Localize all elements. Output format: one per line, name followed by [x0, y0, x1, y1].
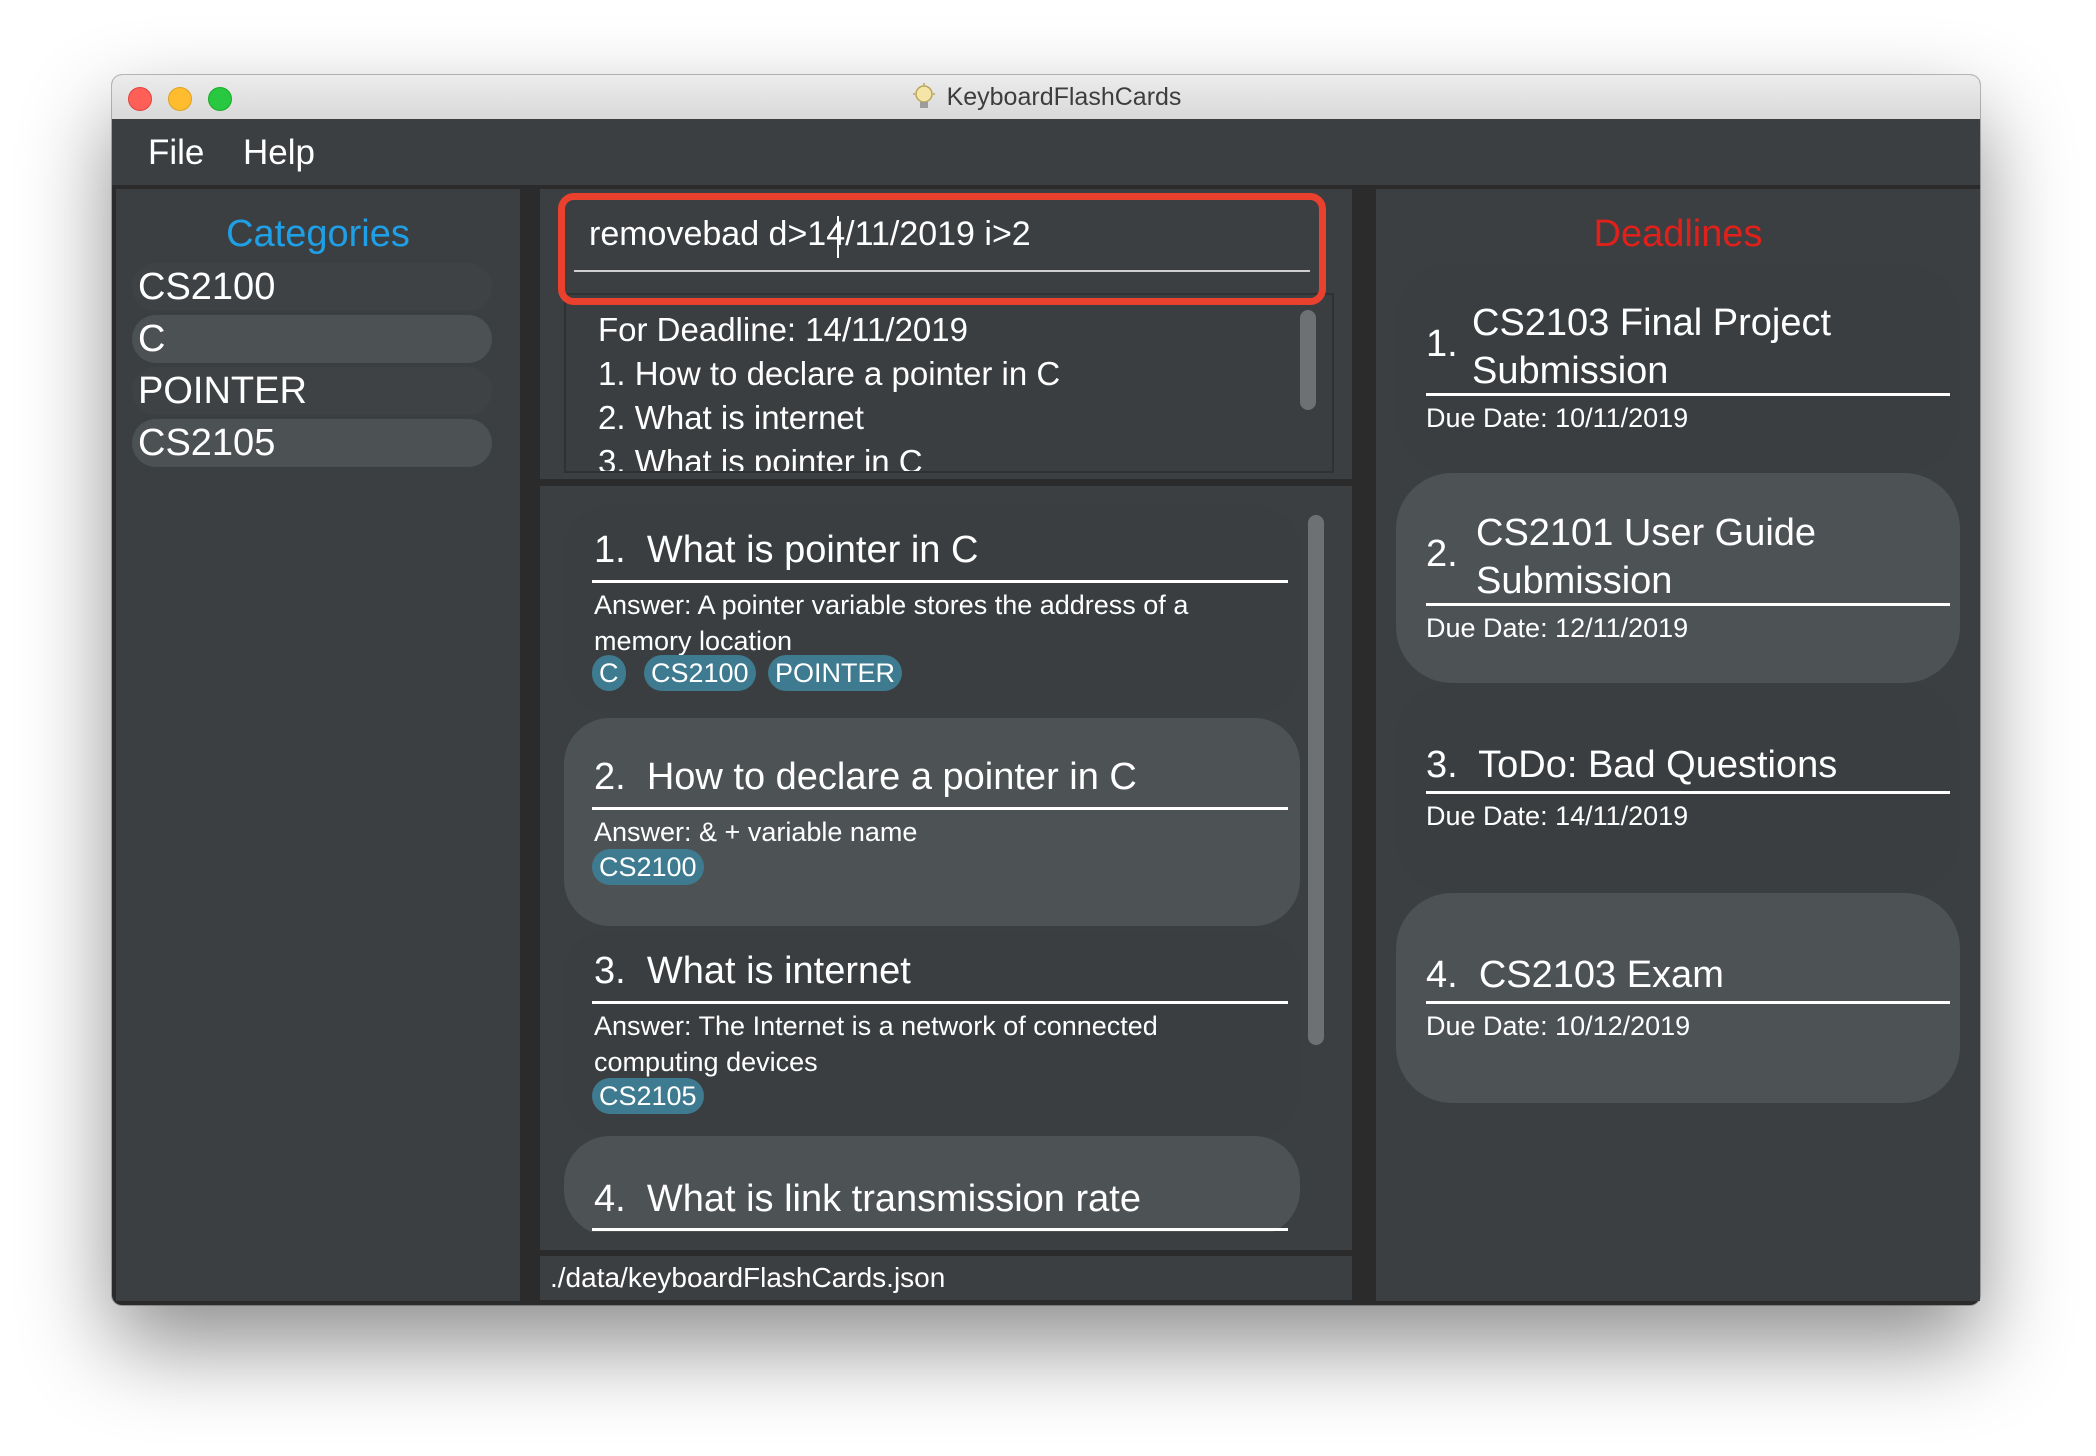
result-line: 3. What is pointer in C — [598, 443, 923, 473]
menu-help[interactable]: Help — [243, 133, 315, 173]
lightbulb-icon — [912, 83, 935, 108]
tag: C — [592, 655, 626, 691]
deadline-index: 3. — [1426, 744, 1458, 786]
divider — [1426, 603, 1950, 606]
category-item[interactable]: C — [132, 315, 492, 363]
deadline-index: 1. — [1426, 323, 1458, 365]
result-line: 2. What is internet — [598, 399, 864, 436]
category-item[interactable]: CS2100 — [132, 263, 492, 311]
deadline-title: 3. ToDo: Bad Questions — [1426, 741, 1837, 789]
deadline-card[interactable]: 2. CS2101 User Guide Submission Due Date… — [1396, 473, 1960, 683]
menu-bar: File Help — [112, 119, 1980, 185]
title-bar: KeyboardFlashCards — [112, 75, 1980, 120]
flashcard-answer: Answer: A pointer variable stores the ad… — [594, 590, 1189, 656]
deadline-card[interactable]: 3. ToDo: Bad Questions Due Date: 14/11/2… — [1396, 683, 1960, 893]
tag: CS2100 — [644, 655, 756, 691]
categories-title: Categories — [226, 213, 410, 255]
tag: POINTER — [768, 655, 903, 691]
result-display: For Deadline: 14/11/2019 1. How to decla… — [564, 293, 1334, 473]
divider — [1426, 791, 1950, 794]
divider — [592, 1001, 1288, 1004]
result-line: For Deadline: 14/11/2019 — [598, 311, 968, 348]
text-caret — [837, 216, 839, 258]
status-bar: ./data/keyboardFlashCards.json — [540, 1256, 1352, 1300]
deadline-due-date: Due Date: 14/11/2019 — [1426, 801, 1689, 831]
list-bottom-edge — [540, 1232, 1352, 1250]
deadline-index: 4. — [1426, 954, 1458, 996]
menu-file[interactable]: File — [148, 133, 204, 173]
deadlines-title: Deadlines — [1593, 213, 1763, 255]
deadline-title: 4. CS2103 Exam — [1426, 951, 1724, 999]
deadline-card[interactable]: 4. CS2103 Exam Due Date: 10/12/2019 — [1396, 893, 1960, 1103]
categories-panel: Categories CS2100 C POINTER CS2105 — [116, 189, 520, 1301]
flashcard[interactable]: 2. How to declare a pointer in C Answer:… — [564, 718, 1300, 926]
flashcard[interactable]: 1. What is pointer in C Answer: A pointe… — [564, 505, 1300, 713]
flashcard-question: What is pointer in C — [646, 529, 979, 571]
flashcard-answer: Answer: The Internet is a network of con… — [594, 1011, 1158, 1077]
flashcard[interactable]: 4. What is link transmission rate — [564, 1136, 1300, 1236]
result-scrollbar[interactable] — [1300, 310, 1316, 410]
divider — [592, 580, 1288, 583]
flashcard-index: 1. — [594, 529, 626, 571]
deadline-index: 2. — [1426, 533, 1458, 575]
flashcard-question: What is internet — [646, 950, 911, 992]
flashcard-index: 3. — [594, 950, 626, 992]
tag: CS2105 — [592, 1078, 704, 1114]
divider — [592, 807, 1288, 810]
divider — [592, 1228, 1288, 1231]
deadline-due-date: Due Date: 10/12/2019 — [1426, 1011, 1691, 1041]
deadline-title-text: CS2103 Exam — [1478, 954, 1724, 996]
tag: CS2100 — [592, 849, 704, 885]
deadline-title: CS2101 User Guide — [1476, 512, 1817, 554]
category-item[interactable]: POINTER — [132, 367, 492, 415]
flashcard-list-scrollbar[interactable] — [1308, 515, 1324, 1045]
category-item[interactable]: CS2105 — [132, 419, 492, 467]
deadline-title-cont: Submission — [1472, 350, 1669, 392]
deadline-title: CS2103 Final Project — [1472, 302, 1832, 344]
deadline-due-date: Due Date: 10/11/2019 — [1426, 403, 1689, 433]
data-file-path: ./data/keyboardFlashCards.json — [550, 1262, 946, 1293]
result-line: 1. How to declare a pointer in C — [598, 355, 1061, 392]
divider — [1426, 393, 1950, 396]
command-input[interactable]: removebad d>14/11/2019 i>2 — [589, 215, 1031, 254]
flashcard[interactable]: 3. What is internet Answer: The Internet… — [564, 930, 1300, 1138]
flashcard-question: What is link transmission rate — [646, 1178, 1141, 1220]
flashcard-index: 4. — [594, 1178, 626, 1220]
deadline-due-date: Due Date: 12/11/2019 — [1426, 613, 1689, 643]
command-underline — [574, 270, 1310, 272]
deadline-card[interactable]: 1. CS2103 Final Project Submission Due D… — [1396, 263, 1960, 473]
flashcard-index: 2. — [594, 756, 626, 798]
flashcard-answer: Answer: & + variable name — [594, 817, 918, 847]
window-title: KeyboardFlashCards — [946, 82, 1182, 111]
deadline-title-text: ToDo: Bad Questions — [1478, 744, 1838, 786]
flashcard-question: How to declare a pointer in C — [646, 756, 1137, 798]
deadline-title-cont: Submission — [1476, 560, 1673, 602]
window-title-group: KeyboardFlashCards — [112, 75, 1980, 119]
divider — [1426, 1001, 1950, 1004]
